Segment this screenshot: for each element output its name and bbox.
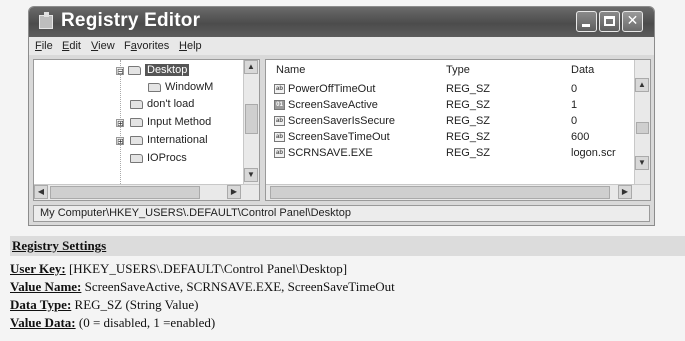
values-vertical-scrollbar[interactable]: ▲ ▼ [634, 60, 650, 184]
value-data-label: Value Data: [10, 315, 76, 330]
tree-node-windowm[interactable]: WindowM [148, 80, 213, 95]
value-name-value: ScreenSaveActive, SCRNSAVE.EXE, ScreenSa… [84, 279, 395, 294]
close-button[interactable]: ✕ [622, 11, 643, 32]
tree-node-dont-load[interactable]: don't load [130, 97, 194, 112]
value-name-line: Value Name: ScreenSaveActive, SCRNSAVE.E… [10, 279, 395, 295]
value-data-cell: 0 [571, 83, 578, 95]
value-name-cell: ab PowerOffTimeOut [274, 83, 376, 95]
tree-vertical-scrollbar[interactable]: ▲ ▼ [243, 60, 259, 184]
user-key-line: User Key: [HKEY_USERS\.DEFAULT\Control P… [10, 261, 347, 277]
collapse-icon[interactable]: ⊟ [116, 67, 124, 76]
menu-view[interactable]: View [91, 40, 115, 52]
expand-icon[interactable]: ⊞ [116, 137, 124, 146]
menu-file-accesskey: F [35, 40, 42, 52]
scroll-down-icon[interactable]: ▼ [244, 168, 258, 182]
key-tree-pane: ⊟ Desktop WindowM don't load ⊞ Input Met… [33, 59, 260, 201]
value-name-cell: ab ScreenSaveTimeOut [274, 131, 390, 143]
value-data-cell: 0 [571, 115, 578, 127]
registry-editor-window: Registry Editor ✕ File Edit View Favorit… [28, 6, 655, 226]
minimize-icon [582, 24, 590, 27]
value-type-cell: REG_SZ [446, 115, 491, 127]
scroll-up-icon[interactable]: ▲ [244, 60, 258, 74]
scroll-thumb[interactable] [636, 122, 649, 134]
menu-help-accesskey: H [179, 40, 187, 52]
scroll-left-icon[interactable]: ◀ [34, 185, 48, 199]
data-type-label: Data Type: [10, 297, 72, 312]
scroll-right-icon[interactable]: ▶ [227, 185, 241, 199]
settings-heading: Registry Settings [12, 238, 107, 253]
value-name-cell: 01 ScreenSaveActive [274, 98, 378, 112]
settings-heading-band: Registry Settings [10, 236, 685, 256]
menu-favorites[interactable]: Favorites [124, 40, 169, 52]
tree-node-label: WindowM [165, 81, 214, 93]
string-value-icon: ab [274, 148, 285, 159]
folder-open-icon [128, 65, 141, 75]
menu-favorites-pre: F [124, 40, 131, 52]
column-header-type[interactable]: Type [446, 62, 470, 78]
menu-view-rest: iew [98, 40, 115, 52]
value-name-cell: ab SCRNSAVE.EXE [274, 147, 373, 159]
string-value-icon: ab [274, 132, 285, 143]
values-list-pane: Name Type Data ab PowerOffTimeOut REG_SZ … [265, 59, 651, 201]
value-type-cell: REG_SZ [446, 83, 491, 95]
window-title: Registry Editor [61, 10, 201, 31]
maximize-button[interactable] [599, 11, 620, 32]
value-data-line: Value Data: (0 = disabled, 1 =enabled) [10, 315, 215, 331]
tree-node-label: International [147, 134, 208, 146]
menu-file[interactable]: File [35, 40, 53, 52]
tree-node-label: IOProcs [147, 152, 187, 164]
value-type-cell: REG_SZ [446, 147, 491, 159]
folder-icon [130, 135, 143, 145]
value-name-label: Value Name: [10, 279, 82, 294]
tree-horizontal-scrollbar[interactable]: ◀ ▶ [34, 184, 259, 200]
menu-file-rest: ile [41, 40, 53, 52]
data-type-value: REG_SZ (String Value) [74, 297, 199, 312]
screenshot-canvas: Registry Editor ✕ File Edit View Favorit… [0, 0, 685, 341]
tree-node-label: don't load [147, 98, 195, 110]
column-header-name[interactable]: Name [276, 62, 305, 78]
title-bar[interactable]: Registry Editor ✕ [29, 7, 654, 37]
binary-value-icon: 01 [274, 100, 285, 111]
folder-icon [130, 117, 143, 127]
tree-node-label: Input Method [147, 116, 212, 128]
user-key-label: User Key: [10, 261, 66, 276]
menu-edit[interactable]: Edit [62, 40, 81, 52]
value-type-cell: REG_SZ [446, 131, 491, 143]
value-data-value: (0 = disabled, 1 =enabled) [78, 315, 216, 330]
values-horizontal-scrollbar[interactable]: ▶ [266, 184, 650, 200]
minimize-button[interactable] [576, 11, 597, 32]
registry-settings-section: Registry Settings User Key: [HKEY_USERS\… [0, 236, 685, 341]
menu-bar: File Edit View Favorites Help [29, 37, 654, 55]
menu-favorites-rest: vorites [136, 40, 170, 52]
menu-edit-rest: dit [69, 40, 81, 52]
value-data-cell: 1 [571, 99, 578, 111]
expand-icon[interactable]: ⊞ [116, 119, 124, 128]
value-name-cell: ab ScreenSaverIsSecure [274, 115, 395, 127]
menu-help-rest: elp [186, 40, 202, 52]
folder-icon [130, 99, 143, 109]
string-value-icon: ab [274, 116, 285, 127]
column-header-data[interactable]: Data [571, 62, 594, 78]
scroll-up-icon[interactable]: ▲ [635, 78, 649, 92]
tree-node-ioprocs[interactable]: IOProcs [130, 151, 187, 166]
scroll-thumb[interactable] [50, 186, 200, 199]
string-value-icon: ab [274, 84, 285, 95]
status-bar: My Computer\HKEY_USERS\.DEFAULT\Control … [33, 205, 650, 222]
scroll-thumb[interactable] [270, 186, 610, 199]
folder-icon [130, 153, 143, 163]
menu-help[interactable]: Help [179, 40, 202, 52]
user-key-value: [HKEY_USERS\.DEFAULT\Control Panel\Deskt… [68, 261, 348, 276]
value-data-cell: logon.scr [571, 147, 616, 159]
data-type-line: Data Type: REG_SZ (String Value) [10, 297, 199, 313]
tree-node-label: Desktop [145, 64, 190, 76]
scroll-right-icon[interactable]: ▶ [618, 185, 632, 199]
scroll-down-icon[interactable]: ▼ [635, 156, 649, 170]
registry-editor-icon [39, 12, 53, 29]
value-type-cell: REG_SZ [446, 99, 491, 111]
maximize-icon [604, 16, 615, 26]
folder-icon [148, 82, 161, 92]
scroll-thumb[interactable] [245, 104, 258, 134]
value-data-cell: 600 [571, 131, 590, 143]
